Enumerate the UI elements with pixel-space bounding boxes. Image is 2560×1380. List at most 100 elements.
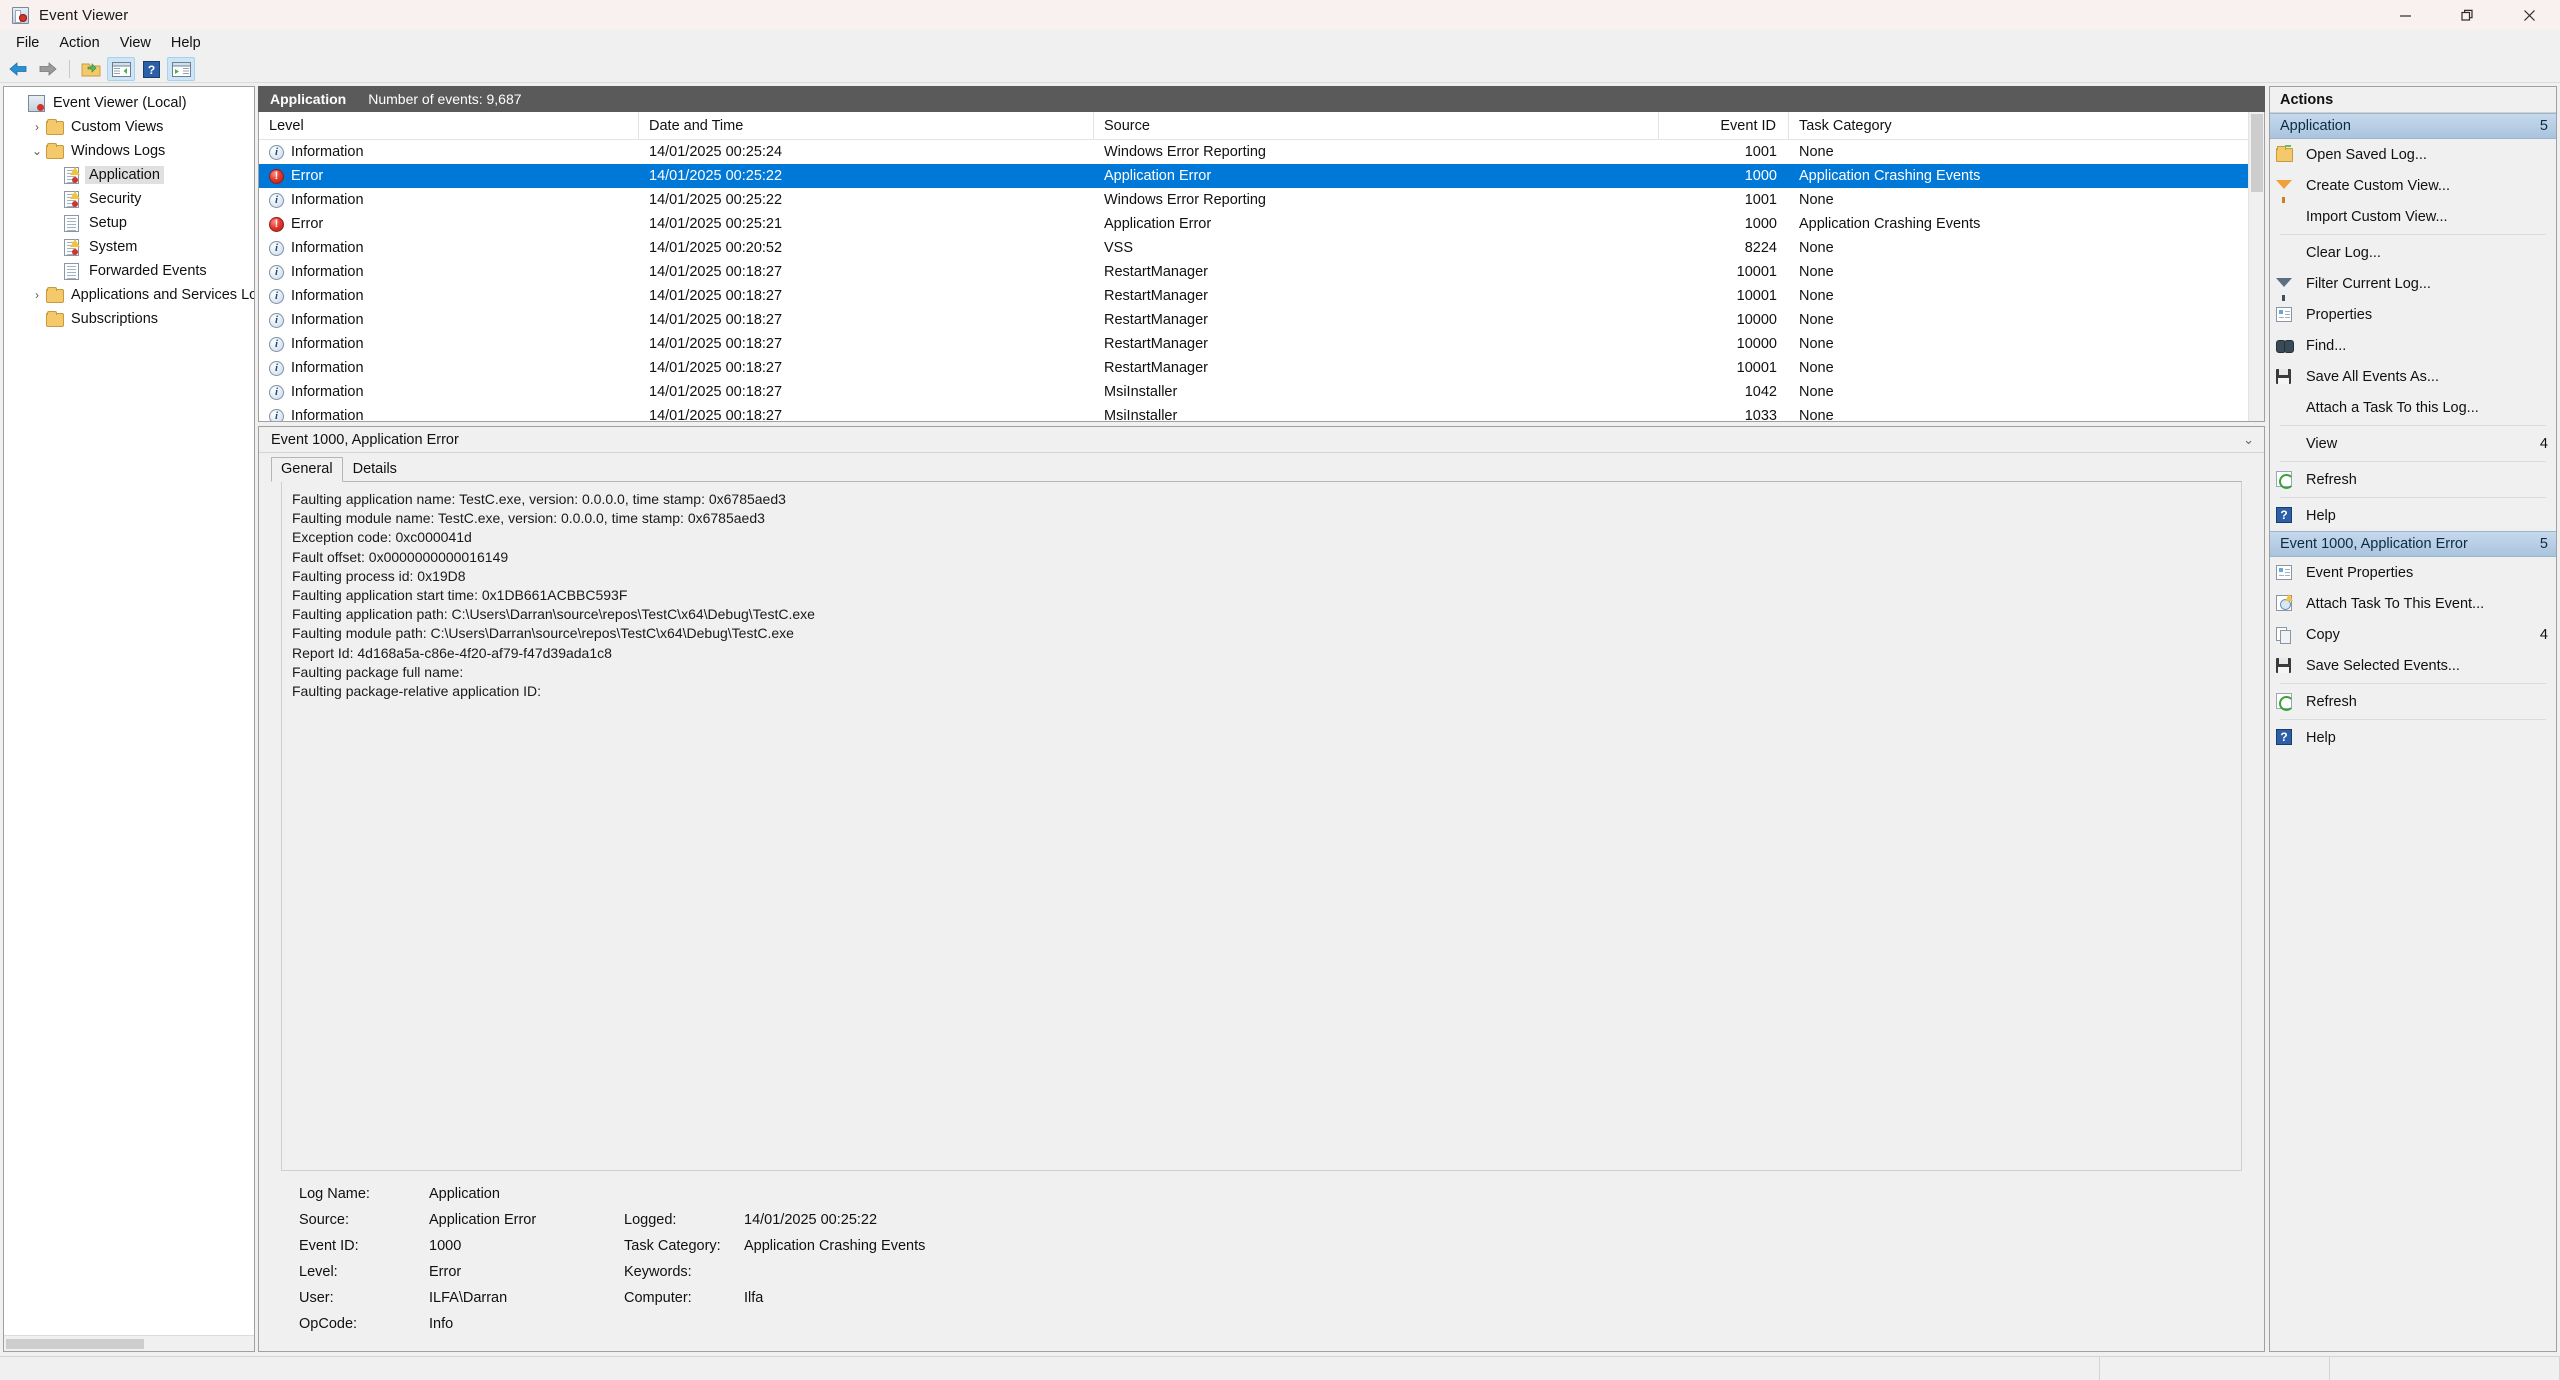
cell-date-and-time: 14/01/2025 00:25:21 — [639, 216, 1094, 232]
column-header-source[interactable]: Source — [1094, 112, 1659, 139]
tree-expander[interactable]: › — [28, 121, 46, 133]
table-row[interactable]: Information14/01/2025 00:20:52VSS8224Non… — [259, 236, 2264, 260]
action-item-save-all-events-as[interactable]: Save All Events As... — [2270, 361, 2556, 392]
maximize-restore-button[interactable] — [2436, 0, 2498, 30]
tree-scroll-thumb[interactable] — [6, 1339, 144, 1349]
tab-details[interactable]: Details — [343, 457, 407, 481]
tree-item-windows-logs[interactable]: ⌄Windows Logs — [4, 139, 254, 163]
menu-bar: File Action View Help — [0, 30, 2560, 56]
back-button[interactable] — [4, 57, 32, 81]
event-list-scrollbar[interactable] — [2248, 112, 2264, 421]
action-item-refresh[interactable]: Refresh — [2270, 686, 2556, 717]
tree-item-setup[interactable]: Setup — [4, 211, 254, 235]
actions-group-header[interactable]: Application5 — [2270, 113, 2556, 139]
event-description: Faulting application name: TestC.exe, ve… — [281, 481, 2242, 1171]
detail-pane-menu-icon[interactable]: ⌄ — [2243, 432, 2254, 448]
action-item-clear-log[interactable]: Clear Log... — [2270, 237, 2556, 268]
error-icon — [269, 217, 284, 232]
actions-group-header[interactable]: Event 1000, Application Error5 — [2270, 531, 2556, 557]
level-label: Information — [291, 240, 364, 256]
column-header-task-category[interactable]: Task Category — [1789, 112, 2264, 139]
tree-item-subscriptions[interactable]: Subscriptions — [4, 307, 254, 331]
minimize-button[interactable] — [2374, 0, 2436, 30]
cell-level: Error — [259, 168, 639, 184]
folder-arrow-icon[interactable] — [77, 57, 105, 81]
event-list-header: Level Date and Time Source Event ID Task… — [259, 112, 2264, 140]
tree-item-security[interactable]: Security — [4, 187, 254, 211]
tree-item-applications-and-services-logs[interactable]: ›Applications and Services Logs — [4, 283, 254, 307]
window-title: Event Viewer — [39, 7, 128, 24]
menu-view[interactable]: View — [110, 32, 161, 54]
tree-item-custom-views[interactable]: ›Custom Views — [4, 115, 254, 139]
action-item-create-custom-view[interactable]: Create Custom View... — [2270, 170, 2556, 201]
level-label: Information — [291, 360, 364, 376]
tree-item-event-viewer-local[interactable]: Event Viewer (Local) — [4, 91, 254, 115]
tab-general[interactable]: General — [271, 457, 343, 482]
cell-date-and-time: 14/01/2025 00:18:27 — [639, 384, 1094, 400]
tree-item-system[interactable]: System — [4, 235, 254, 259]
meta-value: Info — [429, 1311, 624, 1337]
menu-help[interactable]: Help — [161, 32, 211, 54]
table-row[interactable]: Information14/01/2025 00:18:27RestartMan… — [259, 260, 2264, 284]
cell-event-id: 1001 — [1659, 144, 1789, 160]
action-item-refresh[interactable]: Refresh — [2270, 464, 2556, 495]
action-item-event-properties[interactable]: Event Properties — [2270, 557, 2556, 588]
table-row[interactable]: Information14/01/2025 00:18:27RestartMan… — [259, 356, 2264, 380]
table-row[interactable]: Information14/01/2025 00:25:24Windows Er… — [259, 140, 2264, 164]
cell-event-id: 10000 — [1659, 312, 1789, 328]
cell-event-id: 1000 — [1659, 168, 1789, 184]
show-hide-preview-pane-button[interactable] — [167, 57, 195, 81]
action-item-filter-current-log[interactable]: Filter Current Log... — [2270, 268, 2556, 299]
action-item-attach-task-to-this-event[interactable]: Attach Task To This Event... — [2270, 588, 2556, 619]
action-item-properties[interactable]: Properties — [2270, 299, 2556, 330]
log-warning-icon — [64, 191, 83, 208]
information-icon — [269, 145, 284, 160]
menu-action[interactable]: Action — [49, 32, 109, 54]
column-header-date-and-time[interactable]: Date and Time — [639, 112, 1094, 139]
cell-date-and-time: 14/01/2025 00:18:27 — [639, 312, 1094, 328]
toolbar-separator — [69, 60, 70, 78]
forward-button[interactable] — [34, 57, 62, 81]
table-row[interactable]: Information14/01/2025 00:18:27RestartMan… — [259, 284, 2264, 308]
table-row[interactable]: Information14/01/2025 00:18:27RestartMan… — [259, 308, 2264, 332]
action-item-label: Save All Events As... — [2306, 369, 2548, 385]
action-item-find[interactable]: Find... — [2270, 330, 2556, 361]
action-item-help[interactable]: Help — [2270, 722, 2556, 753]
tree-item-forwarded-events[interactable]: Forwarded Events — [4, 259, 254, 283]
action-item-open-saved-log[interactable]: Open Saved Log... — [2270, 139, 2556, 170]
column-header-level[interactable]: Level — [259, 112, 639, 139]
column-header-event-id[interactable]: Event ID — [1659, 112, 1789, 139]
information-icon — [269, 289, 284, 304]
table-row[interactable]: Information14/01/2025 00:18:27MsiInstall… — [259, 380, 2264, 404]
meta-value: Error — [429, 1259, 624, 1285]
event-list-scroll-thumb[interactable] — [2251, 114, 2263, 192]
actions-pane: Actions Application5Open Saved Log...Cre… — [2269, 86, 2557, 1352]
action-item-view[interactable]: View4 — [2270, 428, 2556, 459]
information-icon — [269, 313, 284, 328]
log-summary-bar: Application Number of events: 9,687 — [258, 86, 2265, 112]
svg-text:?: ? — [147, 63, 154, 77]
action-item-help[interactable]: Help — [2270, 500, 2556, 531]
close-button[interactable] — [2498, 0, 2560, 30]
tree-horizontal-scrollbar[interactable] — [4, 1335, 254, 1351]
table-row[interactable]: Error14/01/2025 00:25:22Application Erro… — [259, 164, 2264, 188]
action-item-import-custom-view[interactable]: Import Custom View... — [2270, 201, 2556, 232]
action-item-save-selected-events[interactable]: Save Selected Events... — [2270, 650, 2556, 681]
tree-item-application[interactable]: Application — [4, 163, 254, 187]
tree-expander[interactable]: ⌄ — [28, 145, 46, 157]
table-row[interactable]: Information14/01/2025 00:18:27RestartMan… — [259, 332, 2264, 356]
meta-label: Level: — [299, 1259, 429, 1285]
table-row[interactable]: Information14/01/2025 00:18:27MsiInstall… — [259, 404, 2264, 421]
show-hide-console-tree-button[interactable] — [107, 57, 135, 81]
table-row[interactable]: Error14/01/2025 00:25:21Application Erro… — [259, 212, 2264, 236]
menu-file[interactable]: File — [6, 32, 49, 54]
level-label: Information — [291, 264, 364, 280]
tree-expander[interactable]: › — [28, 289, 46, 301]
action-item-copy[interactable]: Copy4 — [2270, 619, 2556, 650]
help-icon[interactable]: ? — [137, 57, 165, 81]
action-item-label: Refresh — [2306, 472, 2548, 488]
table-row[interactable]: Information14/01/2025 00:25:22Windows Er… — [259, 188, 2264, 212]
cell-date-and-time: 14/01/2025 00:18:27 — [639, 288, 1094, 304]
action-item-attach-a-task-to-this-log[interactable]: Attach a Task To this Log... — [2270, 392, 2556, 423]
level-label: Error — [291, 216, 323, 232]
